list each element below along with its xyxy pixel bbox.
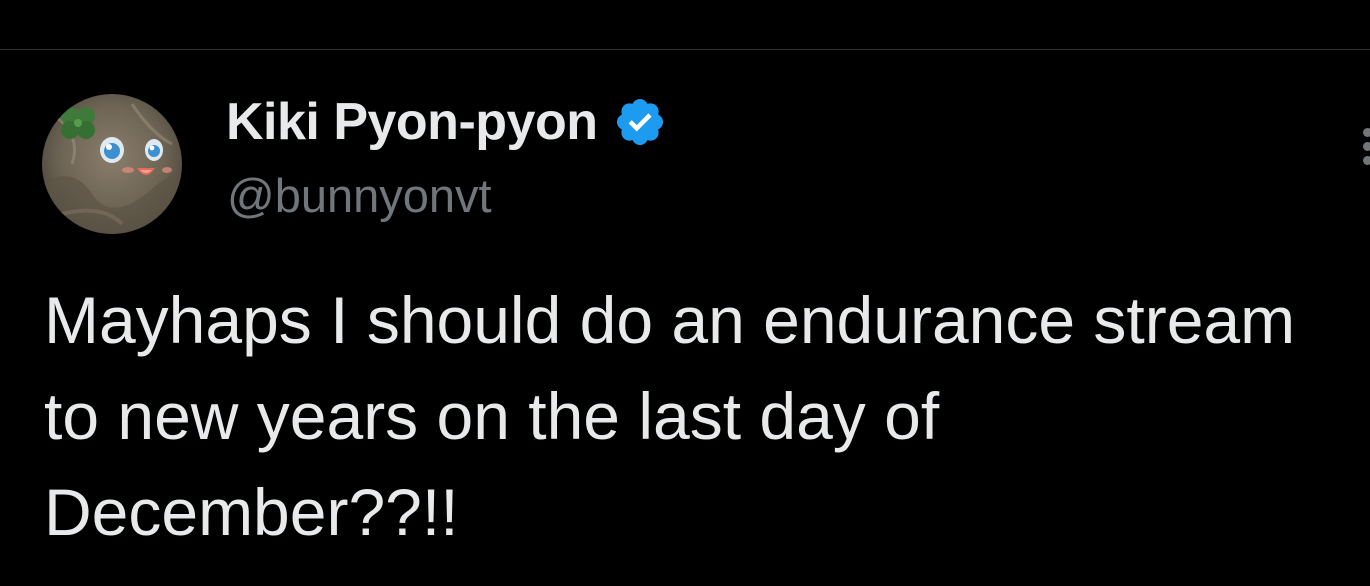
tweet[interactable]: Kiki Pyon-pyon @bunnyonvt Mayhaps I shou… [0,50,1370,586]
author-name-row: Kiki Pyon-pyon [226,92,667,152]
avatar[interactable] [42,94,182,234]
tweet-text: Mayhaps I should do an endurance stream … [44,283,1296,549]
author-display-name[interactable]: Kiki Pyon-pyon [226,92,598,152]
author-handle[interactable]: @bunnyonvt [227,168,492,223]
more-options-icon[interactable] [1360,126,1370,166]
verified-badge-icon[interactable] [613,95,667,149]
avatar-image [42,94,182,234]
